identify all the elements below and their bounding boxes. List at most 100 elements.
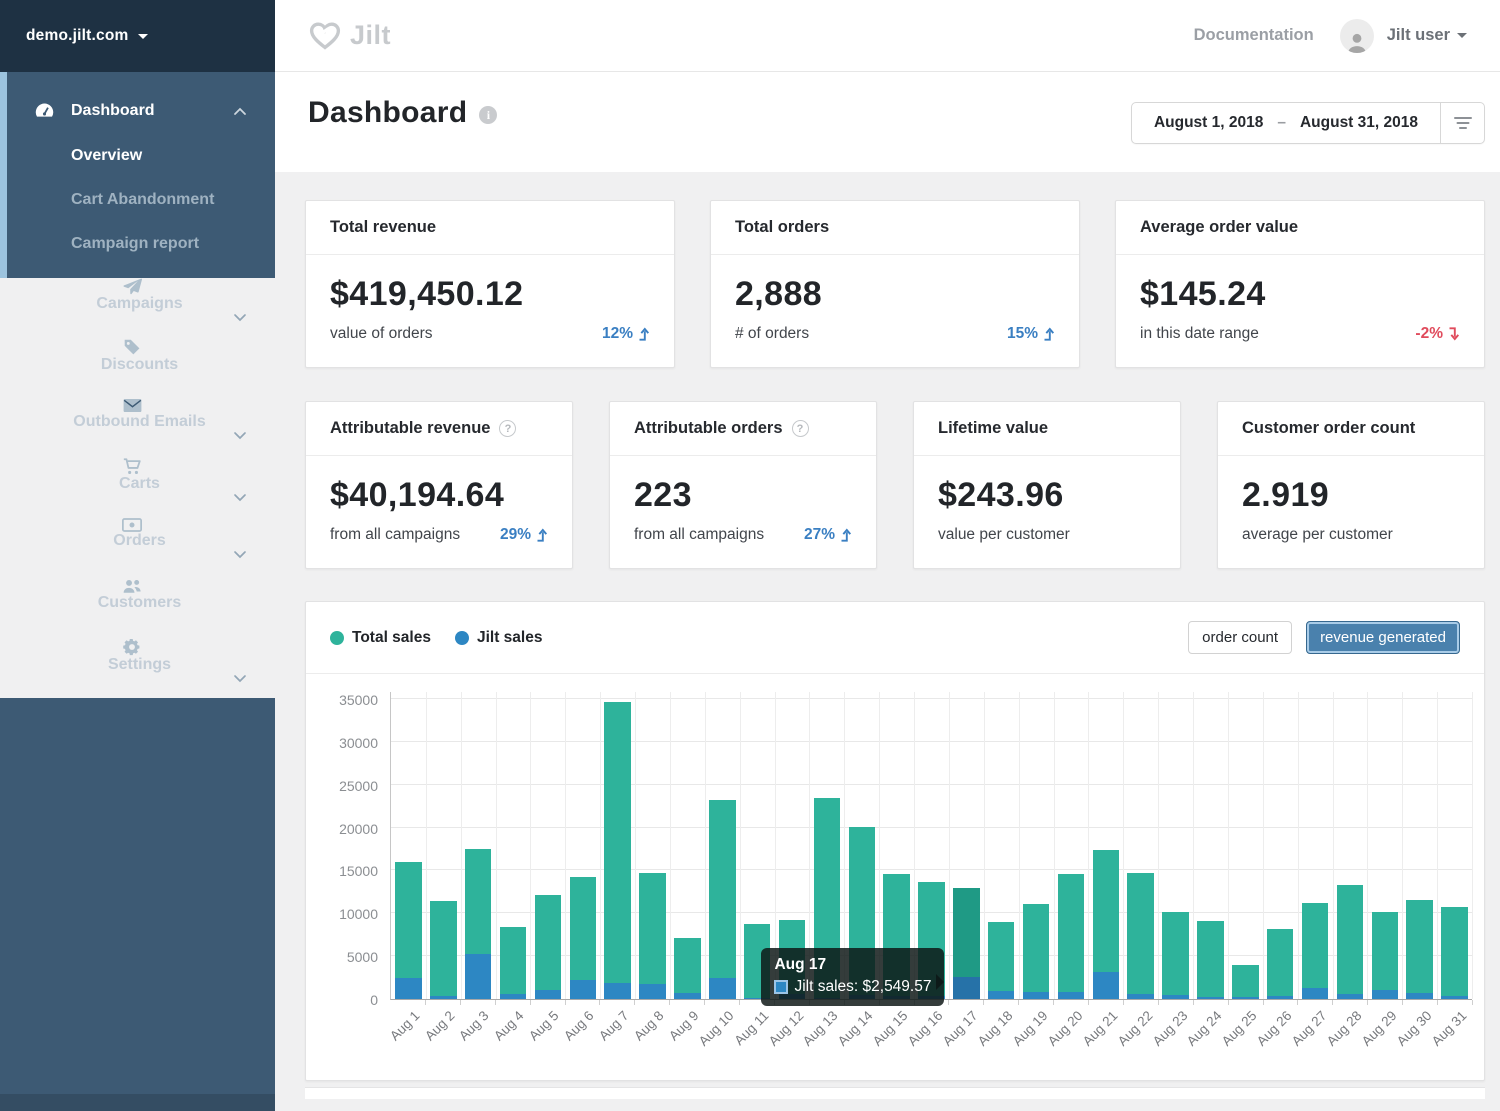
bar-aug-7[interactable] [600, 699, 635, 999]
filter-lines-icon [1453, 116, 1473, 130]
level-up-icon [638, 327, 650, 341]
jilt-sales-bar [1127, 994, 1153, 999]
jilt-sales-bar [535, 990, 561, 999]
total-sales-bar [1093, 850, 1119, 999]
info-icon[interactable]: i [479, 106, 497, 124]
bar-aug-27[interactable] [1298, 699, 1333, 999]
total-sales-bar [1337, 885, 1363, 999]
bar-aug-2[interactable] [426, 699, 461, 999]
sidebar-item-cart-abandonment[interactable]: Cart Abandonment [0, 178, 275, 222]
x-tick-label: Aug 3 [456, 1008, 492, 1044]
jilt-sales-swatch-icon [774, 980, 788, 994]
axis-tick [425, 1000, 426, 1005]
axis-tick [565, 1000, 566, 1005]
bar-aug-1[interactable] [391, 699, 426, 999]
filter-button[interactable] [1440, 103, 1484, 143]
x-tick-label: Aug 16 [905, 1008, 946, 1049]
jilt-sales-bar [988, 991, 1014, 999]
axis-tick [1053, 1000, 1054, 1005]
sidebar-item-settings[interactable]: Settings [0, 638, 275, 698]
legend-total-sales[interactable]: Total sales [330, 629, 431, 647]
sidebar-item-label: Campaigns [96, 295, 182, 313]
axis-tick [1088, 1000, 1089, 1005]
bar-aug-8[interactable] [635, 699, 670, 999]
bar-aug-17[interactable] [949, 699, 984, 999]
bar-aug-30[interactable] [1402, 699, 1437, 999]
bar-aug-24[interactable] [1193, 699, 1228, 999]
axis-tick [1158, 1000, 1159, 1005]
sidebar-item-campaign-report[interactable]: Campaign report [0, 222, 275, 266]
x-tick-label: Aug 17 [940, 1008, 981, 1049]
x-tick-label: Aug 26 [1254, 1008, 1295, 1049]
user-menu[interactable]: Jilt user [1340, 19, 1467, 53]
x-tick-label: Aug 19 [1010, 1008, 1051, 1049]
legend-jilt-sales[interactable]: Jilt sales [455, 629, 543, 647]
gear-icon [120, 638, 144, 656]
stat-value: 2,888 [735, 275, 1055, 314]
tooltip-title: Aug 17 [774, 956, 931, 974]
total-sales-bar [604, 702, 630, 999]
chart-plot: Aug 17 Jilt sales: $2,549.57 [390, 692, 1472, 1000]
sidebar-item-carts[interactable]: Carts [0, 458, 275, 518]
stat-card-attributable-orders: Attributable orders ? 223 from all campa… [609, 401, 877, 569]
x-tick-label: Aug 20 [1045, 1008, 1086, 1049]
sidebar-item-outbound-emails[interactable]: Outbound Emails [0, 398, 275, 458]
date-range-field[interactable]: August 1, 2018 – August 31, 2018 [1132, 103, 1440, 143]
bar-aug-29[interactable] [1367, 699, 1402, 999]
sidebar-item-discounts[interactable]: Discounts [0, 338, 275, 398]
level-up-icon [840, 528, 852, 542]
trend-badge: 27% [804, 526, 852, 544]
x-tick-label: Aug 25 [1219, 1008, 1260, 1049]
total-sales-bar [674, 938, 700, 999]
site-switcher[interactable]: demo.jilt.com [0, 0, 275, 72]
axis-tick [460, 1000, 461, 1005]
y-tick-label: 10000 [339, 906, 378, 922]
bar-aug-9[interactable] [670, 699, 705, 999]
sidebar-item-campaigns[interactable]: Campaigns [0, 278, 275, 338]
sidebar-item-overview[interactable]: Overview [0, 134, 275, 178]
sidebar-item-label: Outbound Emails [73, 413, 205, 431]
x-tick-label: Aug 6 [561, 1008, 597, 1044]
help-icon[interactable]: ? [499, 420, 516, 437]
sidebar-item-orders[interactable]: Orders [0, 518, 275, 578]
sidebar-item-label: Orders [113, 532, 165, 550]
money-bill-icon [120, 518, 144, 532]
documentation-link[interactable]: Documentation [1194, 26, 1314, 45]
bar-aug-18[interactable] [984, 699, 1019, 999]
stat-subtext: average per customer [1242, 526, 1393, 544]
bar-aug-20[interactable] [1054, 699, 1089, 999]
sidebar-nav: Campaigns Discounts Outbound Emails [0, 278, 275, 698]
bar-aug-28[interactable] [1333, 699, 1368, 999]
order-count-button[interactable]: order count [1188, 621, 1292, 654]
bar-aug-10[interactable] [705, 699, 740, 999]
bar-aug-31[interactable] [1437, 699, 1472, 999]
revenue-generated-button[interactable]: revenue generated [1306, 621, 1460, 654]
sidebar-item-dashboard[interactable]: Dashboard [0, 88, 275, 134]
sales-chart-card: Total sales Jilt sales order count reven… [305, 601, 1485, 1081]
bar-aug-5[interactable] [530, 699, 565, 999]
active-group-indicator [0, 72, 7, 278]
bar-aug-23[interactable] [1158, 699, 1193, 999]
bar-aug-22[interactable] [1123, 699, 1158, 999]
stat-subtext: from all campaigns [330, 526, 460, 544]
avatar [1340, 19, 1374, 53]
bar-aug-19[interactable] [1019, 699, 1054, 999]
help-icon[interactable]: ? [792, 420, 809, 437]
axis-tick [669, 1000, 670, 1005]
stat-value: $243.96 [938, 476, 1156, 515]
chevron-up-icon [233, 107, 247, 116]
bar-aug-3[interactable] [461, 699, 496, 999]
bar-aug-21[interactable] [1088, 699, 1123, 999]
jilt-sales-bar [1093, 972, 1119, 999]
axis-tick [1402, 1000, 1403, 1005]
jilt-logo[interactable]: Jilt [308, 20, 391, 51]
bar-aug-4[interactable] [496, 699, 531, 999]
bar-aug-6[interactable] [565, 699, 600, 999]
total-sales-bar [639, 873, 665, 999]
stat-title: Total orders [711, 201, 1079, 255]
tooltip-value: Jilt sales: $2,549.57 [794, 978, 931, 996]
sidebar-item-customers[interactable]: Customers [0, 578, 275, 638]
bar-aug-25[interactable] [1228, 699, 1263, 999]
user-name: Jilt user [1387, 26, 1450, 45]
bar-aug-26[interactable] [1263, 699, 1298, 999]
